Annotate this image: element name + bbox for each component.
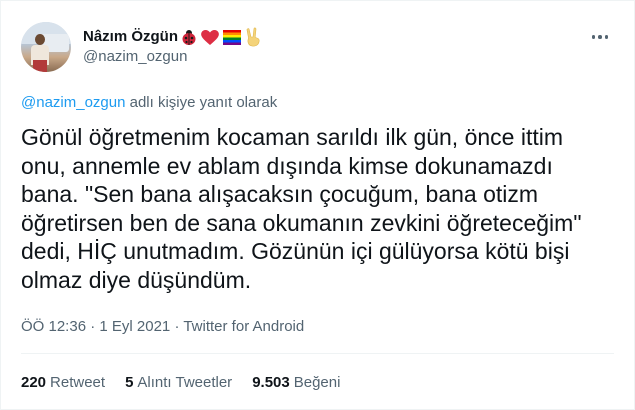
tweet-meta: ÖÖ 12:36 · 1 Eyl 2021 · Twitter for Andr… bbox=[21, 317, 304, 337]
quote-tweets-count: 5 bbox=[125, 374, 134, 391]
display-name[interactable]: Nâzım Özgün bbox=[83, 27, 178, 47]
likes-stat[interactable]: 9.503 Beğeni bbox=[252, 373, 340, 393]
retweets-stat[interactable]: 220 Retweet bbox=[21, 373, 105, 393]
divider bbox=[21, 353, 614, 354]
more-dot bbox=[604, 35, 609, 39]
rainbow-flag-icon bbox=[222, 29, 242, 45]
quote-tweets-stat[interactable]: 5 Alıntı Tweetler bbox=[125, 373, 232, 393]
author-names: Nâzım Özgün @nazim_ozgun bbox=[83, 27, 262, 67]
likes-count: 9.503 bbox=[252, 374, 290, 391]
likes-label: Beğeni bbox=[293, 374, 341, 391]
ladybug-icon bbox=[180, 28, 198, 46]
avatar[interactable] bbox=[21, 22, 71, 72]
retweets-count: 220 bbox=[21, 374, 47, 391]
reply-context-suffix: adlı kişiye yanıt olarak bbox=[125, 94, 278, 111]
avatar-person-legs bbox=[33, 60, 47, 72]
more-dot bbox=[598, 35, 602, 39]
avatar-person-head bbox=[35, 34, 45, 45]
retweets-label: Retweet bbox=[50, 374, 106, 391]
tweet-source[interactable]: Twitter for Android bbox=[183, 318, 304, 335]
more-dot bbox=[591, 35, 596, 39]
meta-separator: · bbox=[170, 318, 184, 335]
quote-tweets-label: Alıntı Tweetler bbox=[137, 374, 233, 391]
meta-separator: · bbox=[86, 318, 100, 335]
more-options-icon[interactable] bbox=[588, 27, 612, 47]
tweet-date[interactable]: 1 Eyl 2021 bbox=[99, 318, 170, 335]
tweet-time[interactable]: ÖÖ 12:36 bbox=[21, 318, 86, 335]
tweet-stats: 220 Retweet 5 Alıntı Tweetler 9.503 Beğeni bbox=[21, 373, 340, 393]
tweet-text: Gönül öğretmenim kocaman sarıldı ilk gün… bbox=[21, 124, 582, 293]
victory-hand-icon bbox=[244, 27, 262, 47]
tweet-card: Nâzım Özgün @nazim_ozgun @nazim_ozgun ad… bbox=[0, 0, 635, 410]
tweet-header: Nâzım Özgün @nazim_ozgun bbox=[21, 19, 262, 75]
author-handle[interactable]: @nazim_ozgun bbox=[83, 47, 262, 67]
reply-context: @nazim_ozgun adlı kişiye yanıt olarak bbox=[21, 93, 277, 113]
display-name-row[interactable]: Nâzım Özgün bbox=[83, 27, 262, 47]
red-heart-icon bbox=[200, 28, 220, 46]
reply-mention-link[interactable]: @nazim_ozgun bbox=[21, 94, 125, 111]
